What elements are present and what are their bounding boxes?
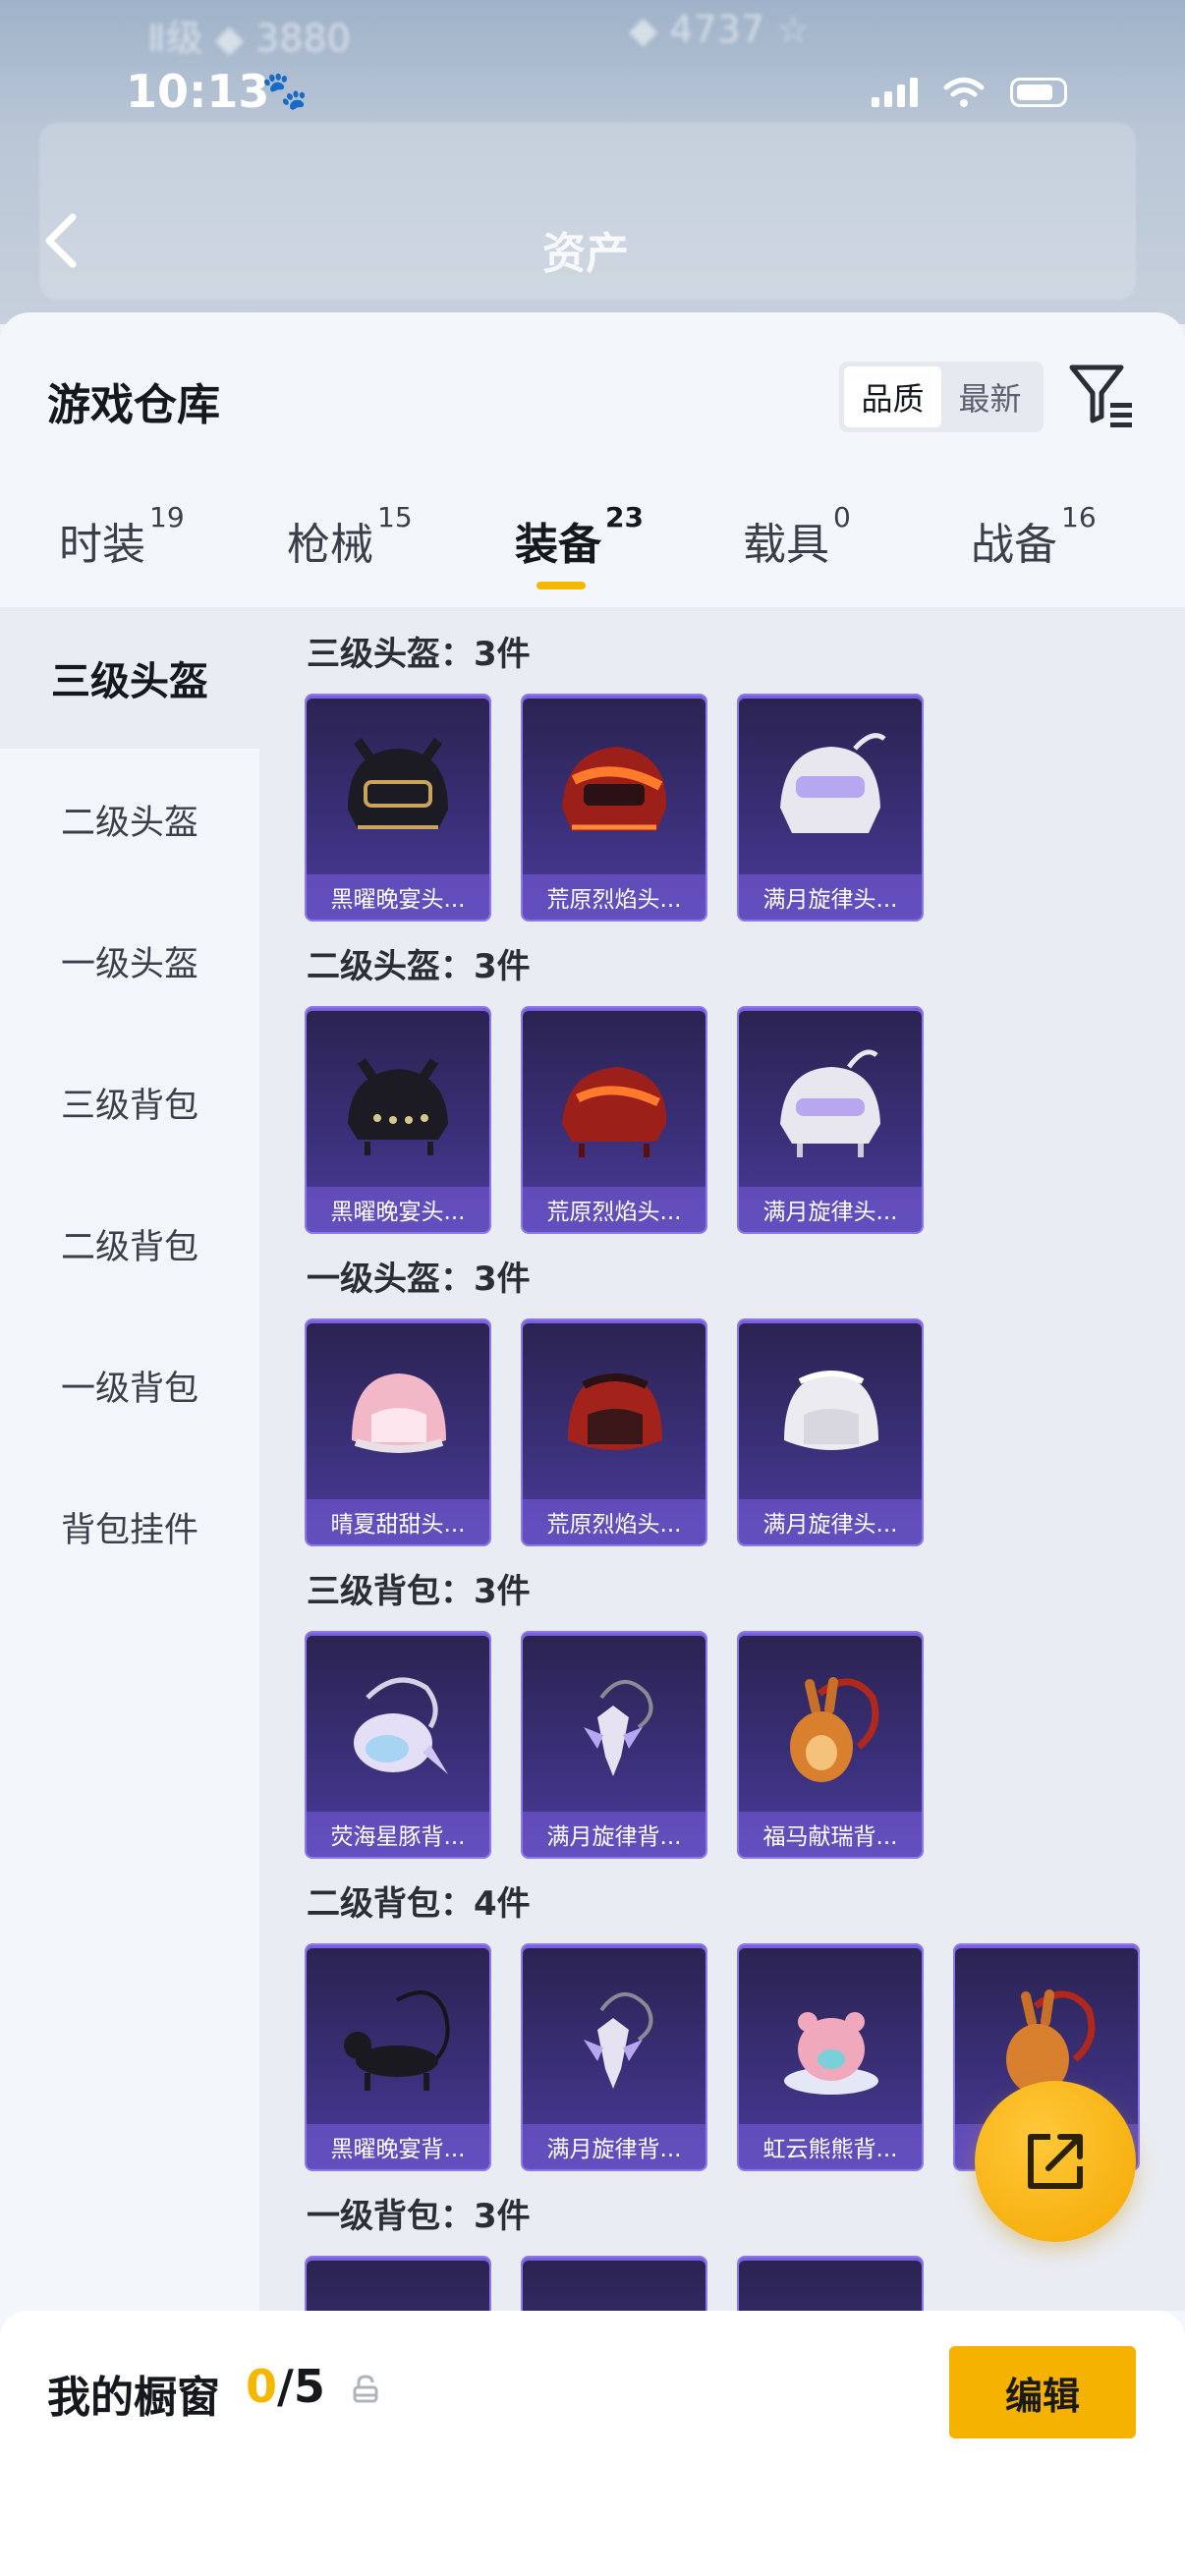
- sidebar-item-level2-backpack[interactable]: 二级背包: [0, 1173, 259, 1315]
- item-name: 荒原烈焰头...: [523, 1187, 705, 1232]
- wifi-icon: [943, 78, 985, 107]
- background-header: Ⅱ级 ◆ 3880 ◆ 4737 ☆ 10:13 🐾 资产: [0, 0, 1185, 324]
- item-card[interactable]: 荒原烈焰头...: [523, 1008, 705, 1232]
- sidebar-item-backpack-charm[interactable]: 背包挂件: [0, 1456, 259, 1597]
- item-card[interactable]: 满月旋律背...: [523, 1945, 705, 2169]
- item-name: 荒原烈焰头...: [523, 874, 705, 920]
- helmet-icon: [348, 1058, 448, 1155]
- battery-icon: [1010, 78, 1067, 107]
- section-title: 一级头盔：3件: [307, 1260, 531, 1299]
- tab-weapons[interactable]: 枪械15: [287, 501, 413, 572]
- page-title: 资产: [542, 229, 629, 279]
- backpack-icon: [584, 1992, 653, 2089]
- item-card[interactable]: 黑曜晚宴头...: [307, 696, 489, 920]
- item-name: 黑曜晚宴头...: [307, 1187, 489, 1232]
- sidebar-item-level1-backpack[interactable]: 一级背包: [0, 1315, 259, 1456]
- helmet-icon: [780, 733, 886, 833]
- lock-icon: [353, 2375, 378, 2403]
- item-name: 荧海星豚背...: [307, 1812, 489, 1857]
- item-name: 黑曜晚宴背...: [307, 2124, 489, 2169]
- item-name: 虹云熊熊背...: [739, 2124, 922, 2169]
- backpack-icon: [584, 1680, 653, 1776]
- item-card[interactable]: 满月旋律头...: [739, 1320, 922, 1544]
- sort-toggle: 品质 最新: [839, 362, 1044, 432]
- sidebar-item-level2-helmet[interactable]: 二级头盔: [0, 749, 259, 890]
- helmet-icon: [352, 1373, 446, 1453]
- item-card[interactable]: 荒原烈焰头...: [523, 1320, 705, 1544]
- backpack-icon: [344, 1990, 450, 2091]
- tab-vehicles[interactable]: 载具0: [743, 501, 851, 572]
- item-card[interactable]: 荒原烈焰头...: [523, 696, 705, 920]
- item-name: 满月旋律头...: [739, 1499, 922, 1544]
- tab-equipment[interactable]: 装备23: [515, 501, 644, 572]
- item-card[interactable]: 晴夏甜甜头...: [307, 1320, 489, 1544]
- status-icons: [872, 77, 1067, 108]
- item-name: 满月旋律背...: [523, 2124, 705, 2169]
- item-card[interactable]: [523, 2258, 705, 2311]
- helmet-icon: [780, 1049, 880, 1157]
- item-grid: 三级头盔：3件 黑曜晚宴头... 荒原烈焰头... 满月旋律头... 二级头盔：…: [259, 607, 1185, 2311]
- sidebar: 三级头盔 二级头盔 一级头盔 三级背包 二级背包 一级背包 背包挂件: [0, 607, 259, 2576]
- item-card[interactable]: 满月旋律背...: [523, 1633, 705, 1857]
- tab-gear[interactable]: 战备16: [971, 501, 1097, 572]
- item-card[interactable]: 黑曜晚宴头...: [307, 1008, 489, 1232]
- backpack-icon: [784, 2012, 878, 2095]
- item-name: 晴夏甜甜头...: [307, 1499, 489, 1544]
- helmet-icon: [562, 747, 667, 831]
- share-fab-button[interactable]: [975, 2081, 1136, 2242]
- showcase-bar: 我的橱窗 0/5 编辑: [0, 2311, 1185, 2576]
- paw-icon: 🐾: [261, 69, 309, 112]
- share-icon: [1028, 2134, 1083, 2189]
- backpack-icon: [354, 1677, 448, 1774]
- warehouse-sheet: 游戏仓库 品质 最新 时装19 枪械15 装备23 载具0 战备16 三级头盔 …: [0, 312, 1185, 2576]
- status-time: 10:13: [126, 65, 270, 118]
- active-tab-indicator: [536, 582, 586, 589]
- section-title: 三级背包：3件: [307, 1572, 531, 1611]
- helmet-icon: [348, 738, 448, 829]
- item-card[interactable]: [739, 2258, 922, 2311]
- section-title: 二级头盔：3件: [307, 947, 531, 986]
- helmet-icon: [784, 1371, 878, 1450]
- item-card[interactable]: 黑曜晚宴背...: [307, 1945, 489, 2169]
- edit-button[interactable]: 编辑: [949, 2346, 1136, 2438]
- item-card[interactable]: [307, 2258, 489, 2311]
- sort-quality-option[interactable]: 品质: [844, 366, 941, 427]
- item-card[interactable]: 满月旋律头...: [739, 696, 922, 920]
- section-title: 三级头盔：3件: [307, 635, 531, 674]
- sort-newest-option[interactable]: 最新: [941, 366, 1039, 427]
- item-name: 满月旋律头...: [739, 1187, 922, 1232]
- signal-icon: [872, 78, 918, 107]
- helmet-icon: [568, 1373, 662, 1450]
- sidebar-item-level3-backpack[interactable]: 三级背包: [0, 1032, 259, 1173]
- section-title: 二级背包：4件: [307, 1884, 531, 1924]
- item-card[interactable]: 虹云熊熊背...: [739, 1945, 922, 2169]
- item-name: 荒原烈焰头...: [523, 1499, 705, 1544]
- item-card[interactable]: 荧海星豚背...: [307, 1633, 489, 1857]
- sidebar-item-level1-helmet[interactable]: 一级头盔: [0, 890, 259, 1032]
- backpack-icon: [790, 1677, 879, 1782]
- filter-icon[interactable]: [1067, 360, 1136, 432]
- showcase-count: 0/5: [246, 2360, 325, 2413]
- bg-ghost-text: ◆ 4737 ☆: [629, 8, 811, 51]
- sidebar-item-level3-helmet[interactable]: 三级头盔: [0, 607, 259, 749]
- bg-ghost-text: Ⅱ级 ◆ 3880: [147, 17, 351, 60]
- item-card[interactable]: 满月旋律头...: [739, 1008, 922, 1232]
- sheet-title: 游戏仓库: [47, 380, 220, 430]
- section-title: 一级背包：3件: [307, 2197, 531, 2236]
- tab-fashion[interactable]: 时装19: [59, 501, 185, 572]
- item-card[interactable]: 福马献瑞背...: [739, 1633, 922, 1857]
- item-name: 福马献瑞背...: [739, 1812, 922, 1857]
- item-name: 满月旋律背...: [523, 1812, 705, 1857]
- item-name: 满月旋律头...: [739, 874, 922, 920]
- helmet-icon: [562, 1067, 667, 1157]
- category-tabs: 时装19 枪械15 装备23 载具0 战备16: [0, 501, 1185, 607]
- item-name: 黑曜晚宴头...: [307, 874, 489, 920]
- back-arrow-icon[interactable]: [41, 211, 81, 270]
- showcase-label: 我的橱窗: [47, 2373, 220, 2423]
